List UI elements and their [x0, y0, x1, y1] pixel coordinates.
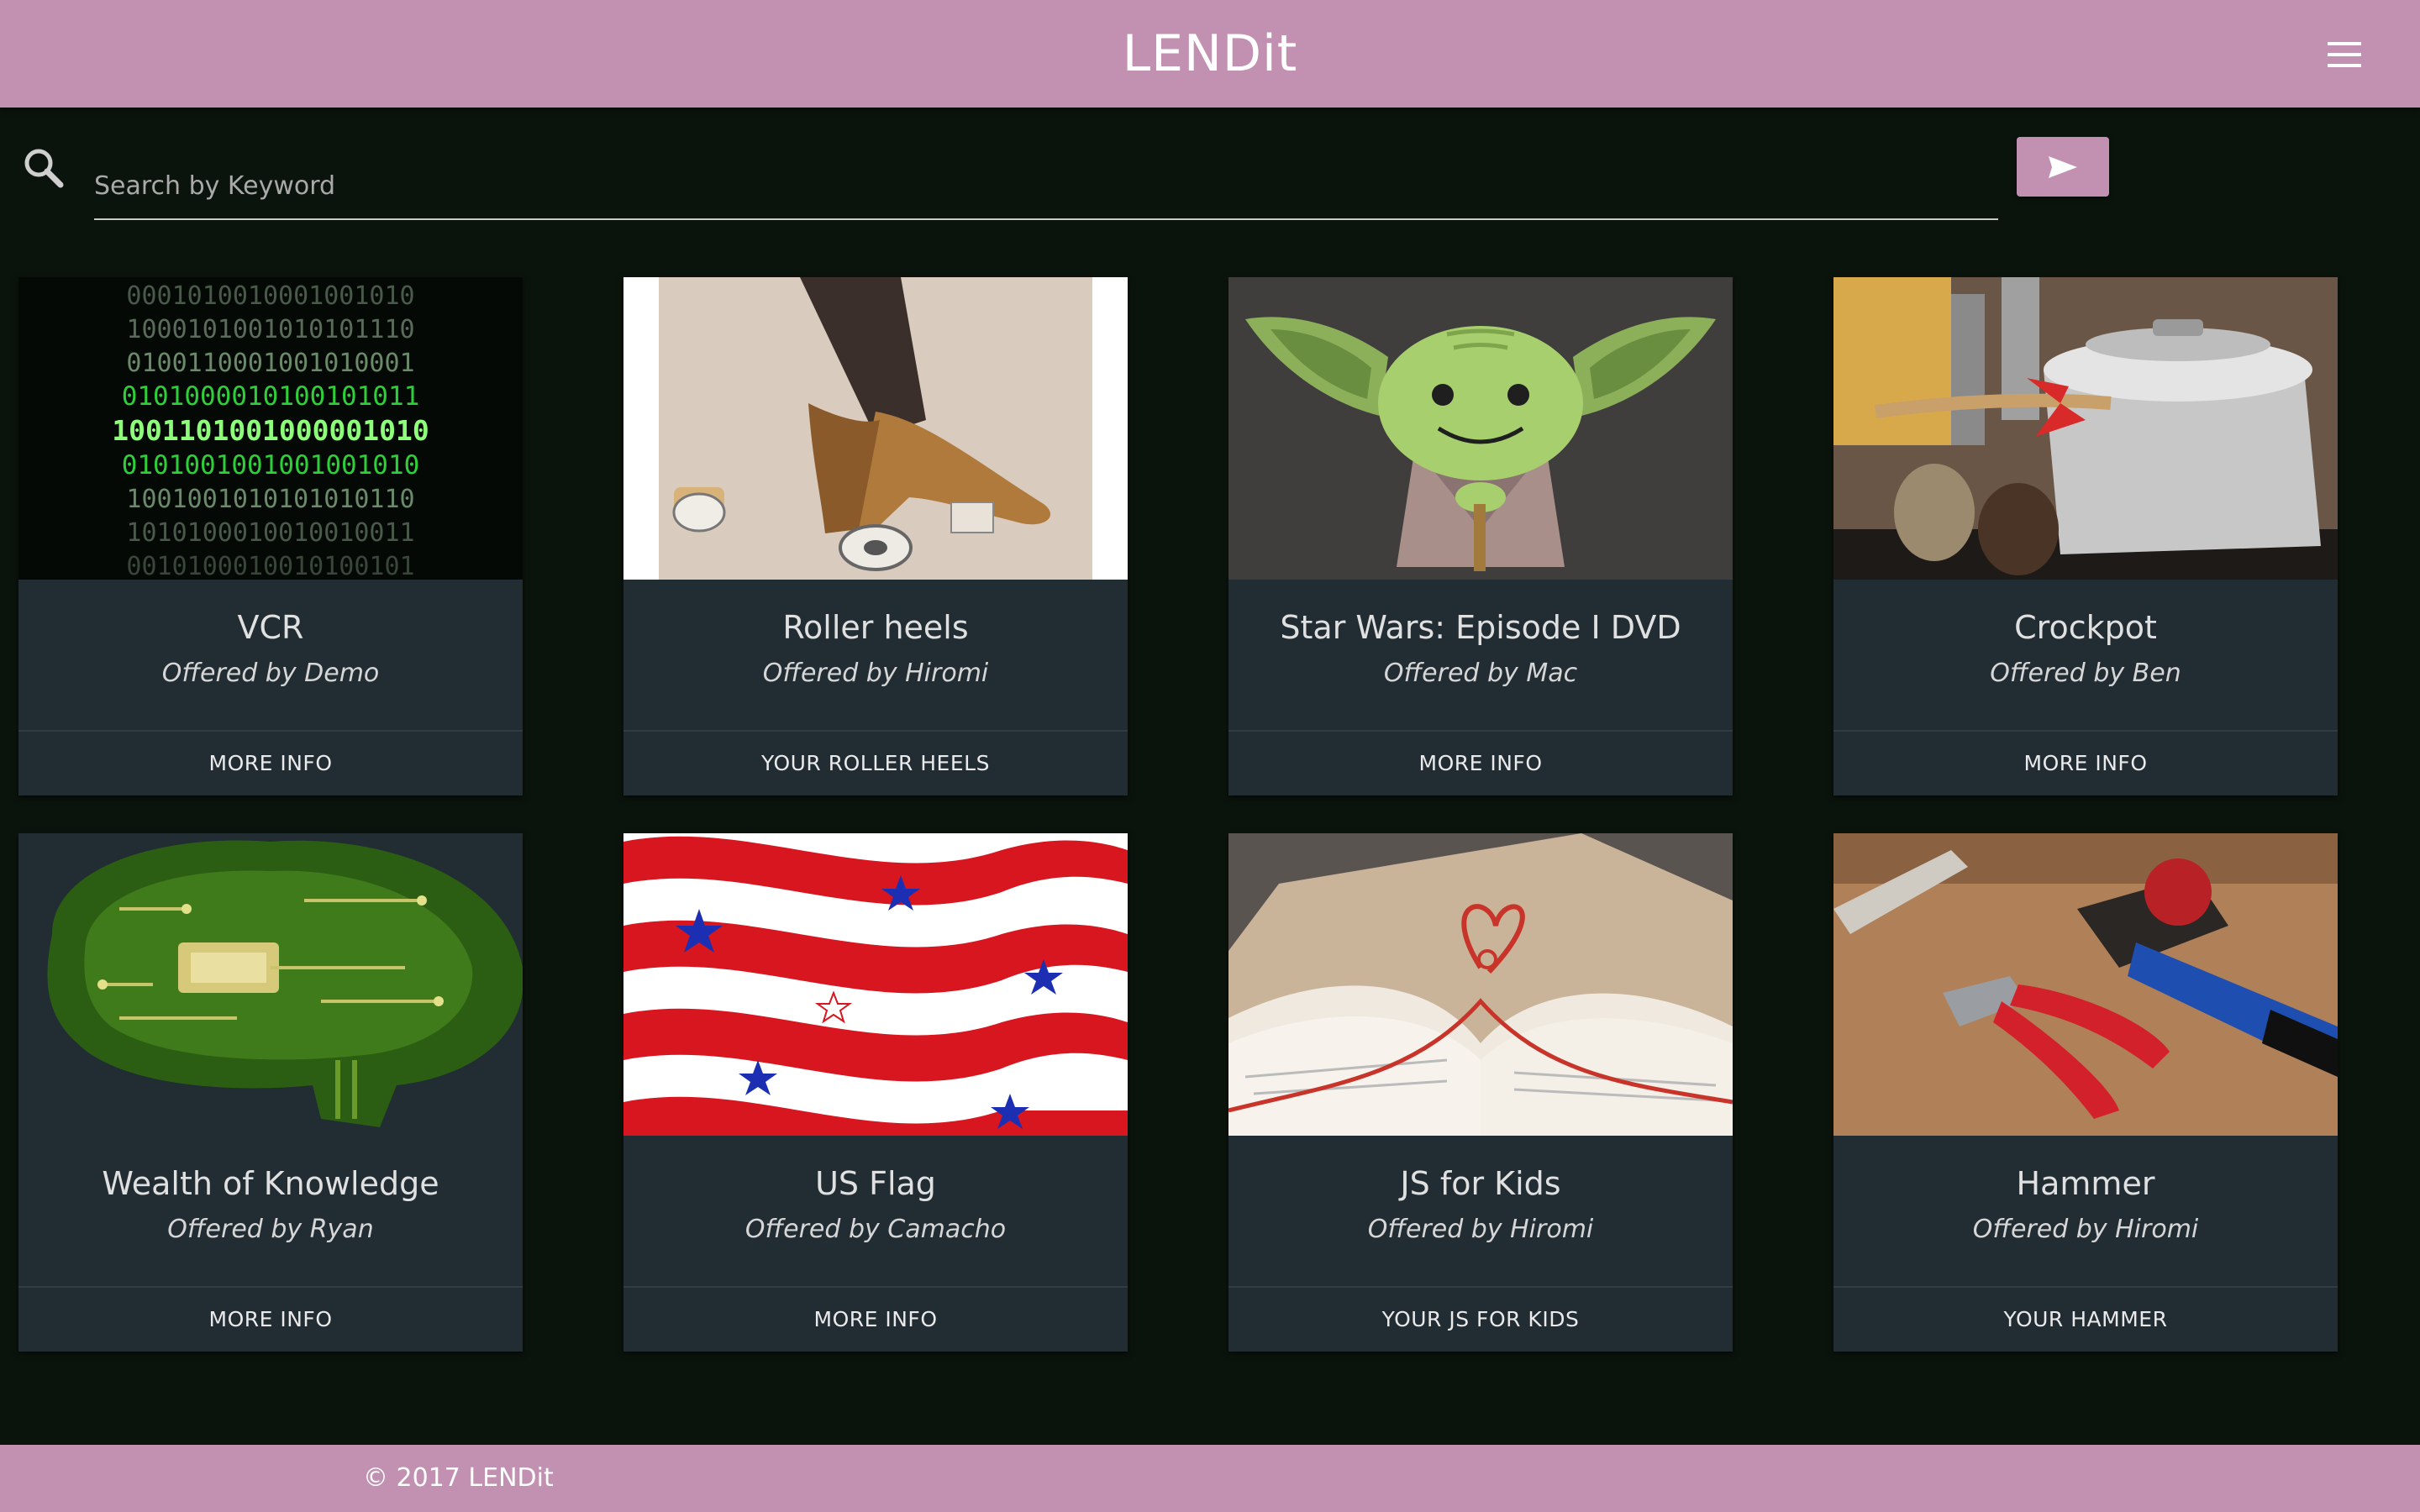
item-owner: Offered by Demo	[161, 659, 380, 688]
item-card: Star Wars: Episode I DVD Offered by Mac …	[1228, 277, 1733, 795]
item-card: JS for Kids Offered by Hiromi YOUR JS FO…	[1228, 833, 1733, 1352]
copyright-text: © 2017 LENDit	[363, 1463, 554, 1493]
item-action-link[interactable]: YOUR JS FOR KIDS	[1228, 1288, 1733, 1352]
search-submit-button[interactable]	[2017, 137, 2109, 197]
item-title: Crockpot	[2014, 609, 2157, 646]
svg-text:0001010010001001010: 0001010010001001010	[126, 281, 414, 311]
item-image-roller-heels[interactable]	[623, 277, 1128, 580]
item-card: US Flag Offered by Camacho MORE INFO	[623, 833, 1128, 1352]
item-owner: Offered by Hiromi	[762, 659, 989, 688]
svg-text:1001101001000001010: 1001101001000001010	[112, 414, 429, 447]
svg-text:1001001010101010110: 1001001010101010110	[126, 485, 414, 514]
item-title: Star Wars: Episode I DVD	[1280, 609, 1681, 646]
page-footer: © 2017 LENDit	[0, 1445, 2420, 1512]
item-image-open-book-heart[interactable]	[1228, 833, 1733, 1136]
svg-text:0100110001001010001: 0100110001001010001	[126, 349, 414, 378]
svg-text:1010100010010010011: 1010100010010010011	[126, 518, 414, 548]
svg-text:1000101001010101110: 1000101001010101110	[126, 315, 414, 344]
search-input[interactable]	[94, 153, 1998, 220]
item-card: Wealth of Knowledge Offered by Ryan MORE…	[18, 833, 523, 1352]
svg-text:0010100010010100101: 0010100010010100101	[126, 552, 414, 580]
item-action-link[interactable]: MORE INFO	[18, 732, 523, 795]
item-image-circuit-brain[interactable]	[18, 833, 523, 1136]
item-card: 0001010010001001010 1000101001010101110 …	[18, 277, 523, 795]
item-image-us-flag[interactable]	[623, 833, 1128, 1136]
item-card: Roller heels Offered by Hiromi YOUR ROLL…	[623, 277, 1128, 795]
item-image-hammer-pliers[interactable]	[1833, 833, 2338, 1136]
item-owner: Offered by Ben	[1990, 659, 2181, 688]
item-owner: Offered by Mac	[1383, 659, 1578, 688]
send-arrow-icon	[2049, 155, 2077, 178]
item-title: US Flag	[815, 1165, 936, 1202]
item-owner: Offered by Hiromi	[1367, 1215, 1594, 1244]
item-title: Wealth of Knowledge	[102, 1165, 439, 1202]
item-title: VCR	[237, 609, 304, 646]
brand-logo[interactable]: LENDit	[0, 22, 2420, 86]
item-card: Crockpot Offered by Ben MORE INFO	[1833, 277, 2338, 795]
hamburger-menu-icon[interactable]	[2328, 42, 2361, 67]
item-owner: Offered by Camacho	[744, 1215, 1007, 1244]
item-owner: Offered by Ryan	[167, 1215, 374, 1244]
item-image-cooking-pot[interactable]	[1833, 277, 2338, 580]
item-image-yoda[interactable]	[1228, 277, 1733, 580]
item-card: Hammer Offered by Hiromi YOUR HAMMER	[1833, 833, 2338, 1352]
item-action-link[interactable]: YOUR HAMMER	[1833, 1288, 2338, 1352]
item-action-link[interactable]: MORE INFO	[1833, 732, 2338, 795]
svg-text:0101001001001001010: 0101001001001001010	[122, 450, 420, 480]
item-image-binary-code[interactable]: 0001010010001001010 1000101001010101110 …	[18, 277, 523, 580]
top-navbar: LENDit	[0, 0, 2420, 108]
item-action-link[interactable]: MORE INFO	[623, 1288, 1128, 1352]
item-action-link[interactable]: MORE INFO	[18, 1288, 523, 1352]
item-owner: Offered by Hiromi	[1972, 1215, 2199, 1244]
item-action-link[interactable]: MORE INFO	[1228, 732, 1733, 795]
item-title: Hammer	[2016, 1165, 2155, 1202]
svg-text:0101000010100101011: 0101000010100101011	[122, 381, 420, 412]
search-icon	[24, 149, 64, 188]
item-title: JS for Kids	[1400, 1165, 1561, 1202]
item-action-link[interactable]: YOUR ROLLER HEELS	[623, 732, 1128, 795]
item-title: Roller heels	[782, 609, 969, 646]
